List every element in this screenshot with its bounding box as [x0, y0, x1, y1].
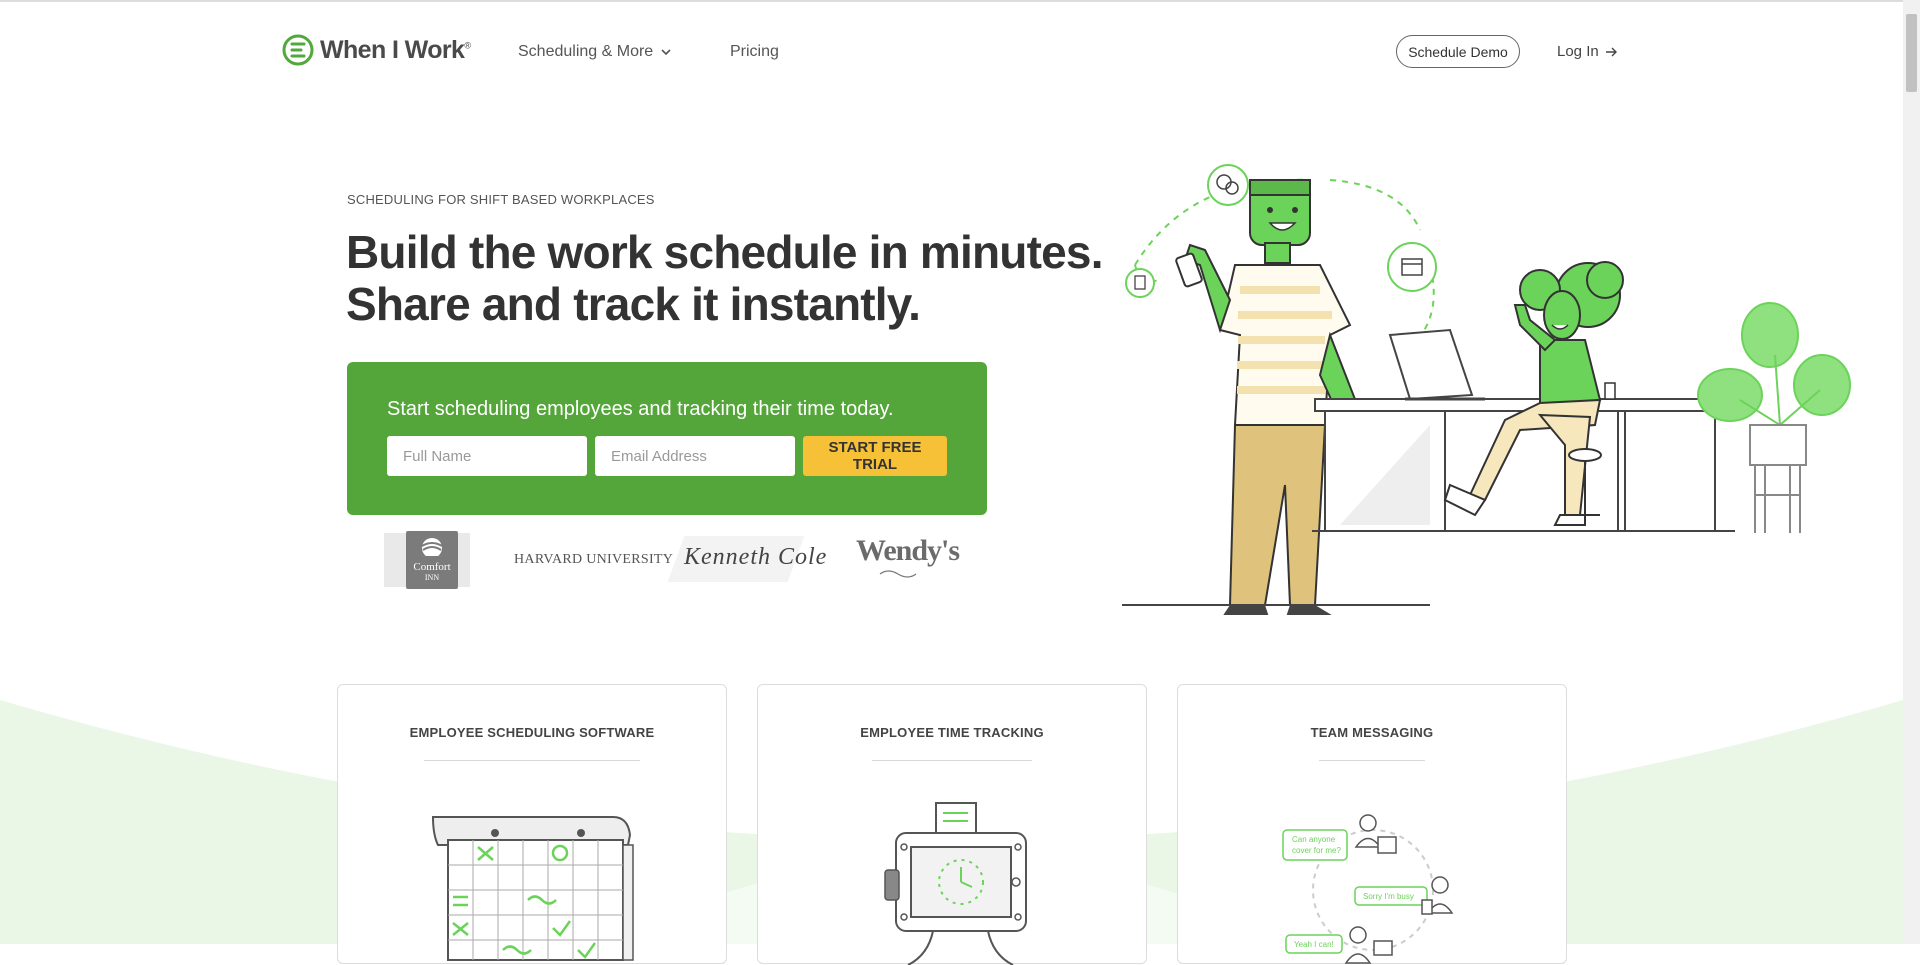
comfort-inn-line2: INN	[424, 573, 440, 582]
chat-bubble-1: Can anyone cover for me?	[1282, 829, 1348, 861]
arrow-right-icon	[1605, 47, 1617, 56]
time-clock-illustration	[884, 802, 1027, 965]
svg-text:Yeah I can!: Yeah I can!	[1294, 940, 1334, 949]
harvard-logo: HARVARD UNIVERSITY	[514, 552, 674, 567]
chevron-down-icon	[661, 48, 671, 55]
page-scrollbar[interactable]	[1903, 0, 1920, 944]
hero-headline-line1: Build the work schedule in minutes.	[346, 226, 1103, 278]
logo-mark-icon	[282, 34, 314, 66]
laptop	[1388, 328, 1485, 401]
card-divider	[1319, 760, 1425, 761]
svg-text:cover for me?: cover for me?	[1292, 846, 1341, 855]
feature-card-title: EMPLOYEE TIME TRACKING	[860, 725, 1044, 740]
hero-eyebrow: SCHEDULING FOR SHIFT BASED WORKPLACES	[347, 192, 655, 207]
customer-logos: Comfort INN HARVARD UNIVERSITY Kenneth C…	[384, 530, 960, 590]
schedule-demo-button[interactable]: Schedule Demo	[1396, 35, 1520, 68]
logo-text: When I Work®	[320, 35, 471, 64]
comfort-inn-line1: Comfort	[413, 561, 451, 573]
feature-card-messaging[interactable]: TEAM MESSAGING Can anyone cover for me? …	[1177, 684, 1567, 964]
feature-card-time-tracking[interactable]: EMPLOYEE TIME TRACKING	[757, 684, 1147, 965]
calendar-bubble-icon	[1387, 242, 1437, 292]
calendar-illustration	[431, 816, 634, 961]
hero-headline-line2: Share and track it instantly.	[346, 278, 921, 330]
kenneth-cole-logo: Kenneth Cole	[684, 544, 828, 570]
chat-bubble-2: Sorry I'm busy	[1354, 886, 1428, 906]
svg-text:Can anyone: Can anyone	[1292, 835, 1336, 844]
team-messaging-illustration: Can anyone cover for me? Sorry I'm busy …	[1282, 814, 1454, 964]
nav-scheduling-label: Scheduling & More	[518, 43, 654, 60]
login-link[interactable]: Log In	[1557, 43, 1618, 60]
standing-man-figure	[1175, 179, 1367, 615]
feature-card-title: TEAM MESSAGING	[1310, 725, 1434, 740]
feature-card-title: EMPLOYEE SCHEDULING SOFTWARE	[409, 725, 655, 740]
comfort-inn-logo: Comfort INN	[406, 531, 458, 589]
svg-text:Sorry I'm busy: Sorry I'm busy	[1363, 892, 1414, 901]
document-icon	[1125, 268, 1155, 298]
window-top-border	[0, 0, 1920, 2]
chat-bubble-3: Yeah I can!	[1285, 934, 1343, 954]
card-divider	[424, 760, 640, 761]
signup-text: Start scheduling employees and tracking …	[387, 398, 894, 420]
login-label: Log In	[1557, 43, 1599, 60]
hero-headline: Build the work schedule in minutes. Shar…	[346, 226, 1103, 330]
wendys-flourish-icon	[879, 570, 917, 578]
feature-card-scheduling[interactable]: EMPLOYEE SCHEDULING SOFTWARE	[337, 684, 727, 964]
nav-scheduling-dropdown[interactable]: Scheduling & More	[518, 43, 671, 61]
plant	[1697, 302, 1851, 533]
scrollbar-thumb[interactable]	[1906, 14, 1917, 92]
hero-illustration	[1122, 164, 1851, 615]
nav-pricing-link[interactable]: Pricing	[730, 43, 779, 61]
full-name-input[interactable]	[387, 436, 587, 476]
start-free-trial-button[interactable]: START FREE TRIAL	[803, 436, 947, 476]
logo[interactable]: When I Work®	[282, 34, 471, 66]
chat-bubble-icon	[1207, 164, 1249, 206]
card-divider	[872, 760, 1032, 761]
signup-panel: Start scheduling employees and tracking …	[347, 362, 987, 515]
comfort-inn-wave-icon	[421, 538, 443, 558]
wendys-logo: Wendy's	[856, 534, 960, 567]
email-input[interactable]	[595, 436, 795, 476]
